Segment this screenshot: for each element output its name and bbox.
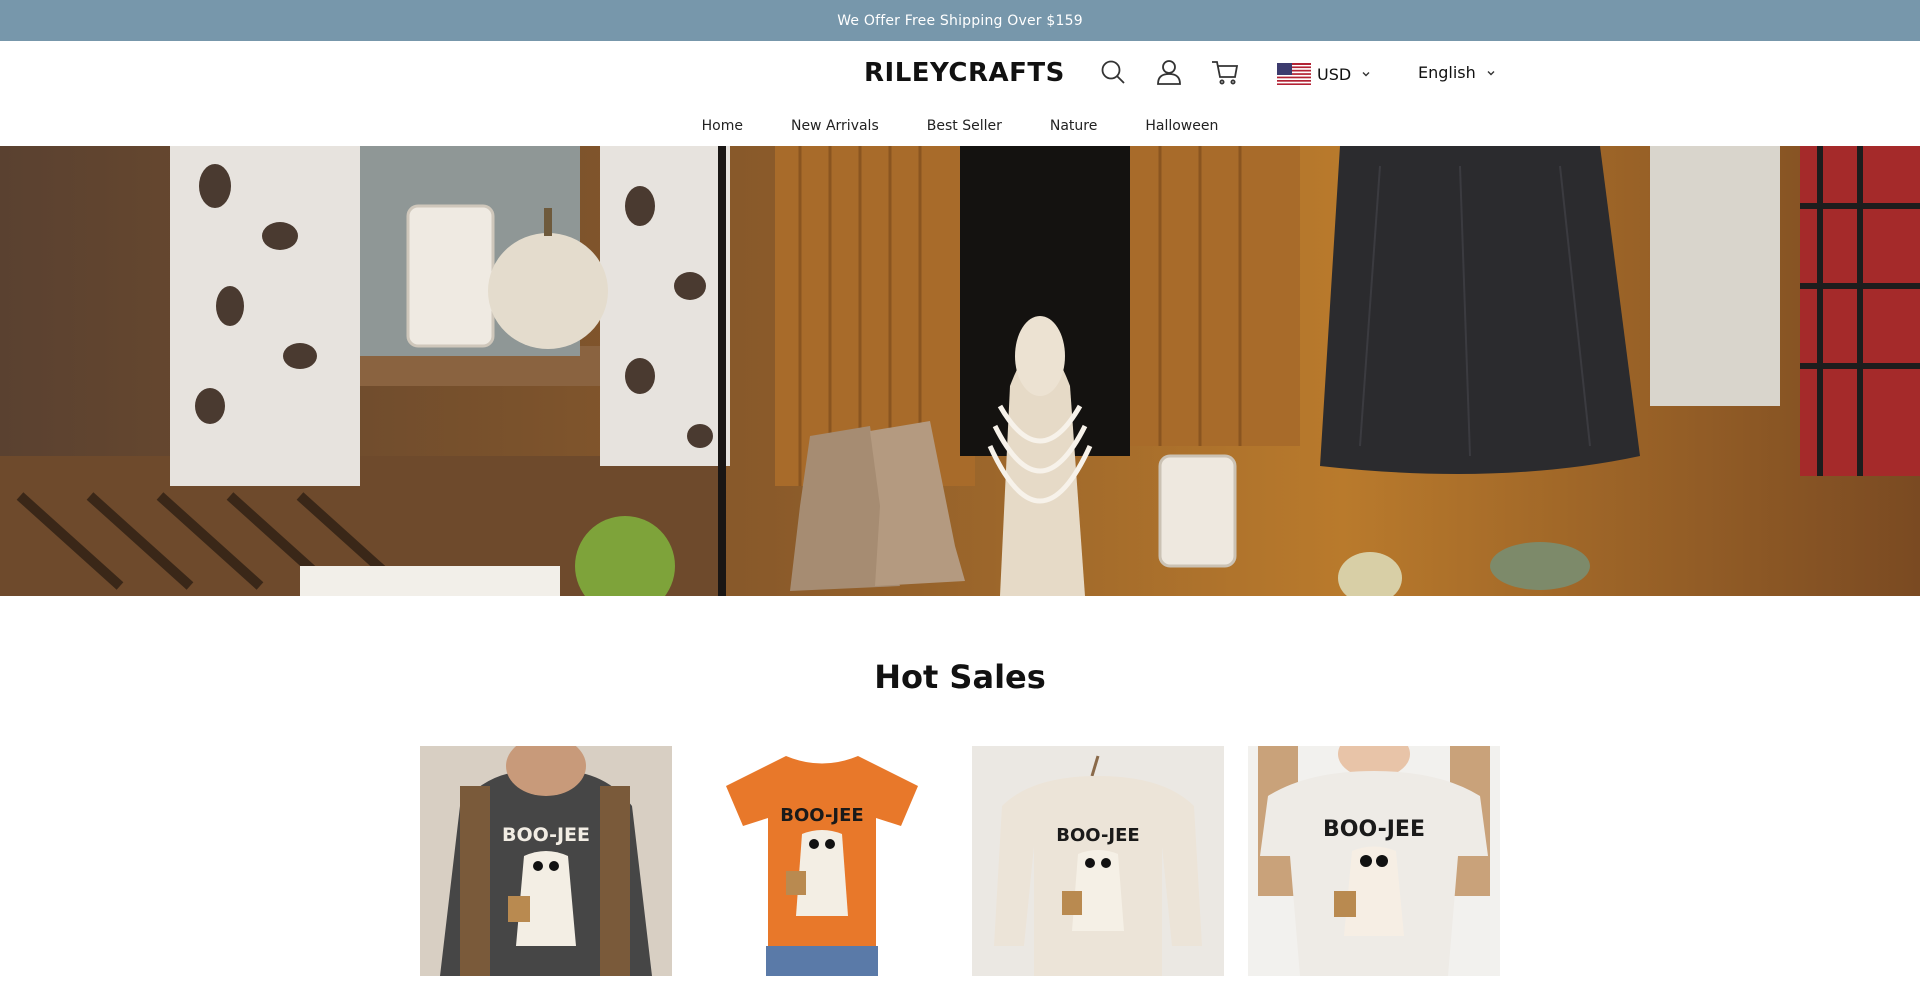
product-card[interactable]: BOO-JEE	[696, 746, 948, 976]
nav-nature[interactable]: Nature	[1026, 118, 1121, 134]
chevron-down-icon	[1487, 70, 1495, 75]
product-card[interactable]: BOO-JEE	[972, 746, 1224, 976]
section-title: Hot Sales	[874, 658, 1046, 696]
announcement-bar: We Offer Free Shipping Over $159	[0, 0, 1920, 41]
product-card[interactable]: BOO-JEE	[420, 746, 672, 976]
search-icon[interactable]	[1098, 57, 1128, 87]
product-image: BOO-JEE	[1248, 746, 1500, 976]
nav-halloween[interactable]: Halloween	[1121, 118, 1242, 134]
cart-icon[interactable]	[1210, 57, 1240, 87]
currency-label: USD	[1317, 64, 1352, 84]
main-nav: Home New Arrivals Best Seller Nature Hal…	[0, 106, 1920, 146]
currency-selector[interactable]: USD	[1277, 63, 1371, 85]
print-text: BOO-JEE	[1056, 825, 1139, 846]
chevron-down-icon	[1362, 72, 1370, 77]
site-header: RILEYCRAFTS USD English	[0, 41, 1920, 106]
language-selector[interactable]: English	[1418, 63, 1496, 82]
account-icon[interactable]	[1154, 57, 1184, 87]
nav-home[interactable]: Home	[678, 118, 767, 134]
nav-best-seller[interactable]: Best Seller	[903, 118, 1026, 134]
hero-image	[0, 146, 1920, 596]
product-image: BOO-JEE	[696, 746, 948, 976]
product-image: BOO-JEE	[972, 746, 1224, 976]
announcement-text: We Offer Free Shipping Over $159	[837, 12, 1083, 29]
product-image: BOO-JEE	[420, 746, 672, 976]
language-label: English	[1418, 63, 1476, 82]
print-text: BOO-JEE	[1323, 817, 1425, 842]
print-text: BOO-JEE	[780, 805, 863, 826]
product-card[interactable]: BOO-JEE	[1248, 746, 1500, 976]
us-flag-icon	[1277, 63, 1311, 85]
site-logo[interactable]: RILEYCRAFTS	[864, 58, 1065, 88]
nav-new-arrivals[interactable]: New Arrivals	[767, 118, 903, 134]
product-grid: BOO-JEE BOO-JEE BOO-JEE BOO-JEE	[0, 746, 1920, 993]
print-text: BOO-JEE	[502, 824, 590, 846]
hero-banner[interactable]	[0, 146, 1920, 596]
